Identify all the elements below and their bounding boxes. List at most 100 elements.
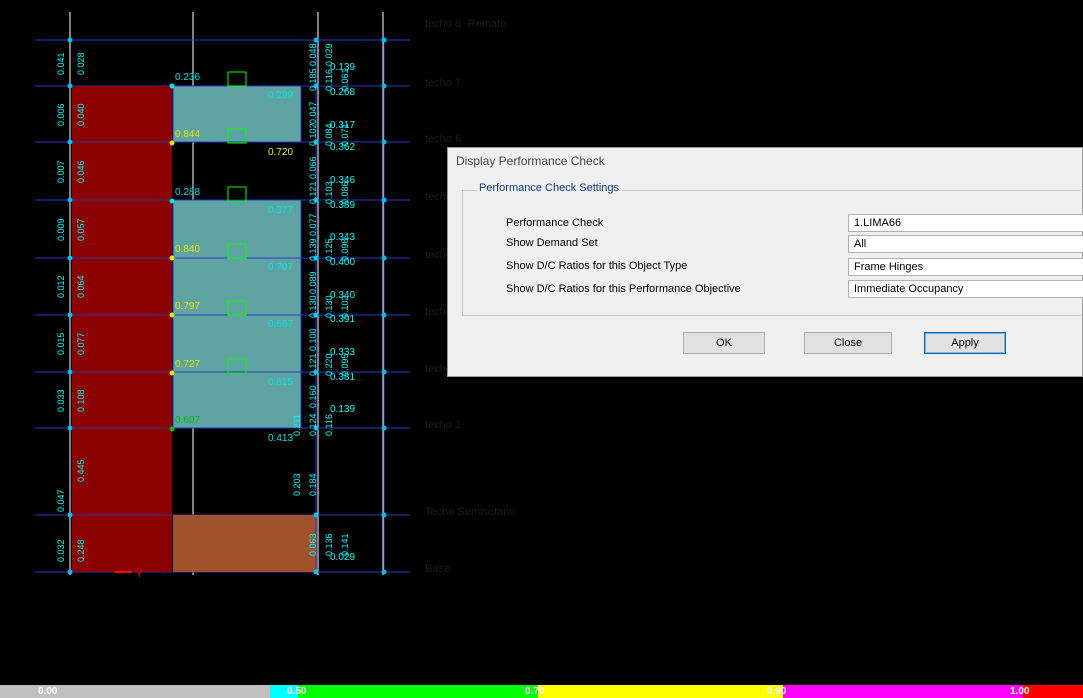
column-ratio-label: 0.102 (308, 123, 318, 146)
column-ratio-label: 0.033 (56, 389, 66, 412)
joint-marker (67, 569, 73, 575)
column-ratio-label: 0.184 (308, 473, 318, 496)
joint-marker (67, 425, 73, 431)
column-ratio-label: 0.077 (308, 213, 318, 236)
beam-ratio-label: 0.667 (268, 319, 293, 330)
demand-set-select[interactable]: All ⌄ (848, 235, 1083, 253)
display-performance-check-dialog[interactable]: Display Performance Check Performance Ch… (447, 147, 1083, 377)
joint-marker (381, 83, 387, 89)
beam-ratio-label: 0.139 (330, 404, 355, 415)
beam-ratio-label: 0.797 (175, 301, 200, 312)
beam-ratio-label: 0.707 (268, 262, 293, 273)
joint-marker (381, 425, 387, 431)
column-ratio-label: 0.066 (308, 156, 318, 179)
joint-marker (67, 37, 73, 43)
scale-label: 0.90 (767, 686, 787, 697)
story-label: techo 7 (425, 77, 461, 89)
column-ratio-label: 0.046 (76, 160, 86, 183)
joint-marker (169, 370, 175, 376)
demand-set-value: All (854, 238, 867, 250)
column-ratio-label: 0.028 (76, 52, 86, 75)
story-label: Techo Semisotano (425, 506, 516, 518)
joint-marker (313, 37, 319, 43)
column-ratio-label: 0.185 (308, 68, 318, 91)
column-ratio-label: 0.211 (292, 414, 302, 436)
scale-label: 1.00 (1010, 686, 1030, 697)
joint-marker (381, 369, 387, 375)
hinge-marker-icon (227, 71, 247, 87)
joint-marker (381, 312, 387, 318)
column-ratio-label: 0.121 (308, 181, 318, 204)
column-ratio-label: 0.100 (308, 328, 318, 351)
joint-marker (67, 139, 73, 145)
column-ratio-label: 0.220 (324, 353, 334, 376)
joint-marker (381, 569, 387, 575)
column-ratio-label: 0.130 (324, 295, 334, 318)
beam-ratio-label: 0.607 (175, 415, 200, 426)
column-ratio-label: 0.040 (76, 103, 86, 126)
demand-set-label: Show Demand Set (506, 237, 598, 249)
column-ratio-label: 0.047 (308, 101, 318, 124)
column-ratio-label: 0.041 (56, 52, 66, 75)
beam-ratio-label: 0.615 (268, 377, 293, 388)
object-type-label: Show D/C Ratios for this Object Type (506, 260, 688, 272)
column-ratio-label: 0.141 (340, 533, 350, 556)
joint-marker (67, 83, 73, 89)
column-ratio-label: 0.445 (76, 459, 86, 482)
joint-marker (381, 139, 387, 145)
performance-objective-select[interactable]: Immediate Occupancy ⌄ (848, 280, 1083, 298)
column-ratio-label: 0.116 (324, 69, 334, 91)
beam-ratio-label: 0.720 (268, 147, 293, 158)
column-ratio-label: 0.063 (308, 533, 318, 556)
column-ratio-label: 0.057 (76, 218, 86, 241)
scale-segment (1023, 685, 1083, 698)
column-ratio-label: 0.130 (308, 295, 318, 318)
performance-check-select[interactable]: 1.LIMA66 ⌄ (848, 214, 1083, 232)
joint-marker (67, 197, 73, 203)
joint-marker (67, 312, 73, 318)
left-bay-panels (72, 86, 172, 572)
object-type-select[interactable]: Frame Hinges ⌄ (848, 258, 1083, 276)
object-type-value: Frame Hinges (854, 261, 924, 273)
beam-ratio-label: 0.236 (175, 72, 200, 83)
column-ratio-label: 0.098 (340, 238, 350, 261)
column-ratio-label: 0.007 (56, 160, 66, 183)
column-ratio-label: 0.029 (324, 43, 334, 66)
beam-ratio-label: 0.844 (175, 129, 200, 140)
ok-button[interactable]: OK (683, 332, 765, 354)
column-ratio-label: 0.108 (76, 389, 86, 412)
story-label: techo 6 (425, 133, 461, 145)
performance-check-value: 1.LIMA66 (854, 217, 902, 229)
column-ratio-label: 0.047 (56, 489, 66, 512)
scale-label: 0.70 (525, 686, 545, 697)
joint-marker (313, 569, 319, 575)
story-label: techo 1 (425, 419, 461, 431)
scale-segment (298, 685, 538, 698)
joint-marker (313, 512, 319, 518)
performance-check-label: Performance Check (506, 217, 604, 229)
column-ratio-label: 0.203 (292, 473, 302, 496)
column-ratio-label: 0.084 (324, 123, 334, 146)
beam-ratio-label: 0.727 (175, 359, 200, 370)
axis-y-label: Y (136, 569, 143, 580)
column-ratio-label: 0.006 (56, 103, 66, 126)
scale-label: 0.50 (287, 686, 307, 697)
column-ratio-label: 0.136 (324, 533, 334, 556)
scale-segment (783, 685, 1023, 698)
column-ratio-label: 0.048 (308, 43, 318, 66)
joint-marker (169, 426, 175, 432)
performance-objective-label: Show D/C Ratios for this Performance Obj… (506, 283, 741, 295)
column-ratio-label: 0.248 (76, 539, 86, 562)
joint-marker (169, 198, 175, 204)
column-ratio-label: 0.121 (308, 353, 318, 376)
column-ratio-label: 0.012 (56, 275, 66, 298)
joint-marker (67, 512, 73, 518)
close-button[interactable]: Close (804, 332, 892, 354)
column-ratio-label: 0.103 (324, 181, 334, 204)
joint-marker (169, 140, 175, 146)
column-ratio-label: 0.139 (308, 238, 318, 261)
beam-ratio-label: 0.413 (268, 433, 293, 444)
column-ratio-label: 0.009 (56, 218, 66, 241)
scale-segment (538, 685, 783, 698)
apply-button[interactable]: Apply (924, 332, 1006, 354)
